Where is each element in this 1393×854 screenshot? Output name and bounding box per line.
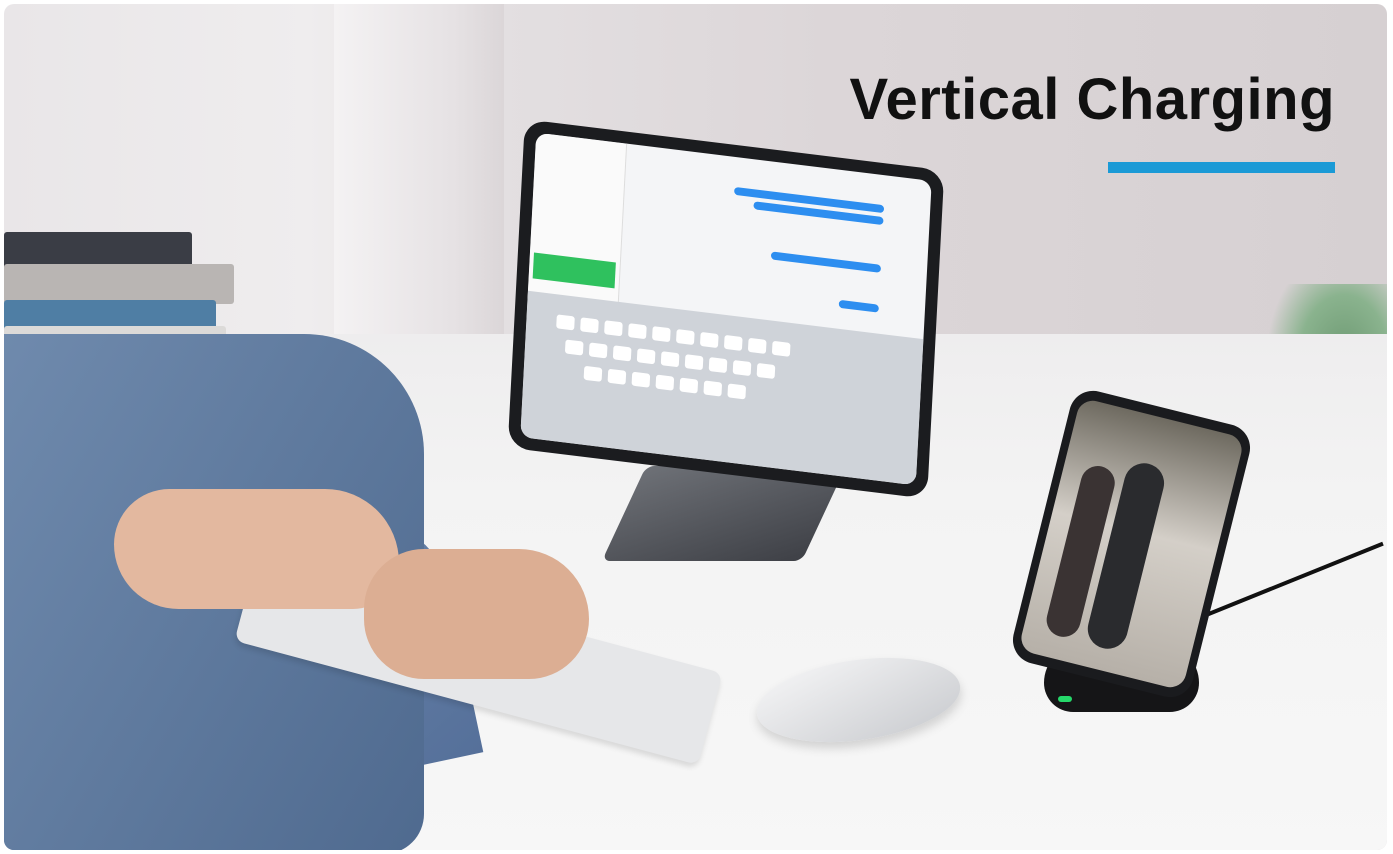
book xyxy=(4,264,234,304)
wall-panel xyxy=(334,4,504,364)
tablet-green-block xyxy=(532,252,616,289)
key xyxy=(675,329,695,346)
message-bubble xyxy=(838,299,879,313)
key xyxy=(636,348,656,365)
key xyxy=(651,326,671,343)
key xyxy=(588,342,608,359)
key xyxy=(679,377,699,394)
charger-led xyxy=(1058,696,1072,702)
key xyxy=(703,380,723,397)
key xyxy=(580,317,599,334)
tablet xyxy=(507,119,945,499)
key xyxy=(756,363,776,380)
headline-underline xyxy=(1108,162,1335,173)
key xyxy=(583,365,603,383)
product-photo: ianra xyxy=(4,4,1387,850)
key xyxy=(660,351,680,368)
tablet-sidebar xyxy=(527,132,628,312)
on-screen-keyboard xyxy=(520,290,924,486)
headline: Vertical Charging xyxy=(849,67,1335,132)
key xyxy=(607,368,627,385)
key xyxy=(747,337,767,355)
key xyxy=(732,360,752,377)
key xyxy=(631,371,651,388)
key xyxy=(708,357,728,374)
key xyxy=(727,383,747,400)
key xyxy=(604,320,623,337)
key xyxy=(556,314,575,331)
key xyxy=(628,323,647,340)
hand xyxy=(114,489,399,609)
key xyxy=(612,345,632,362)
tablet-screen xyxy=(520,132,932,486)
message-bubble xyxy=(770,251,882,273)
key xyxy=(684,354,704,371)
key xyxy=(771,340,791,357)
key xyxy=(655,374,675,391)
key xyxy=(564,339,584,356)
hand xyxy=(364,549,589,679)
key xyxy=(723,334,743,352)
key xyxy=(699,332,719,349)
